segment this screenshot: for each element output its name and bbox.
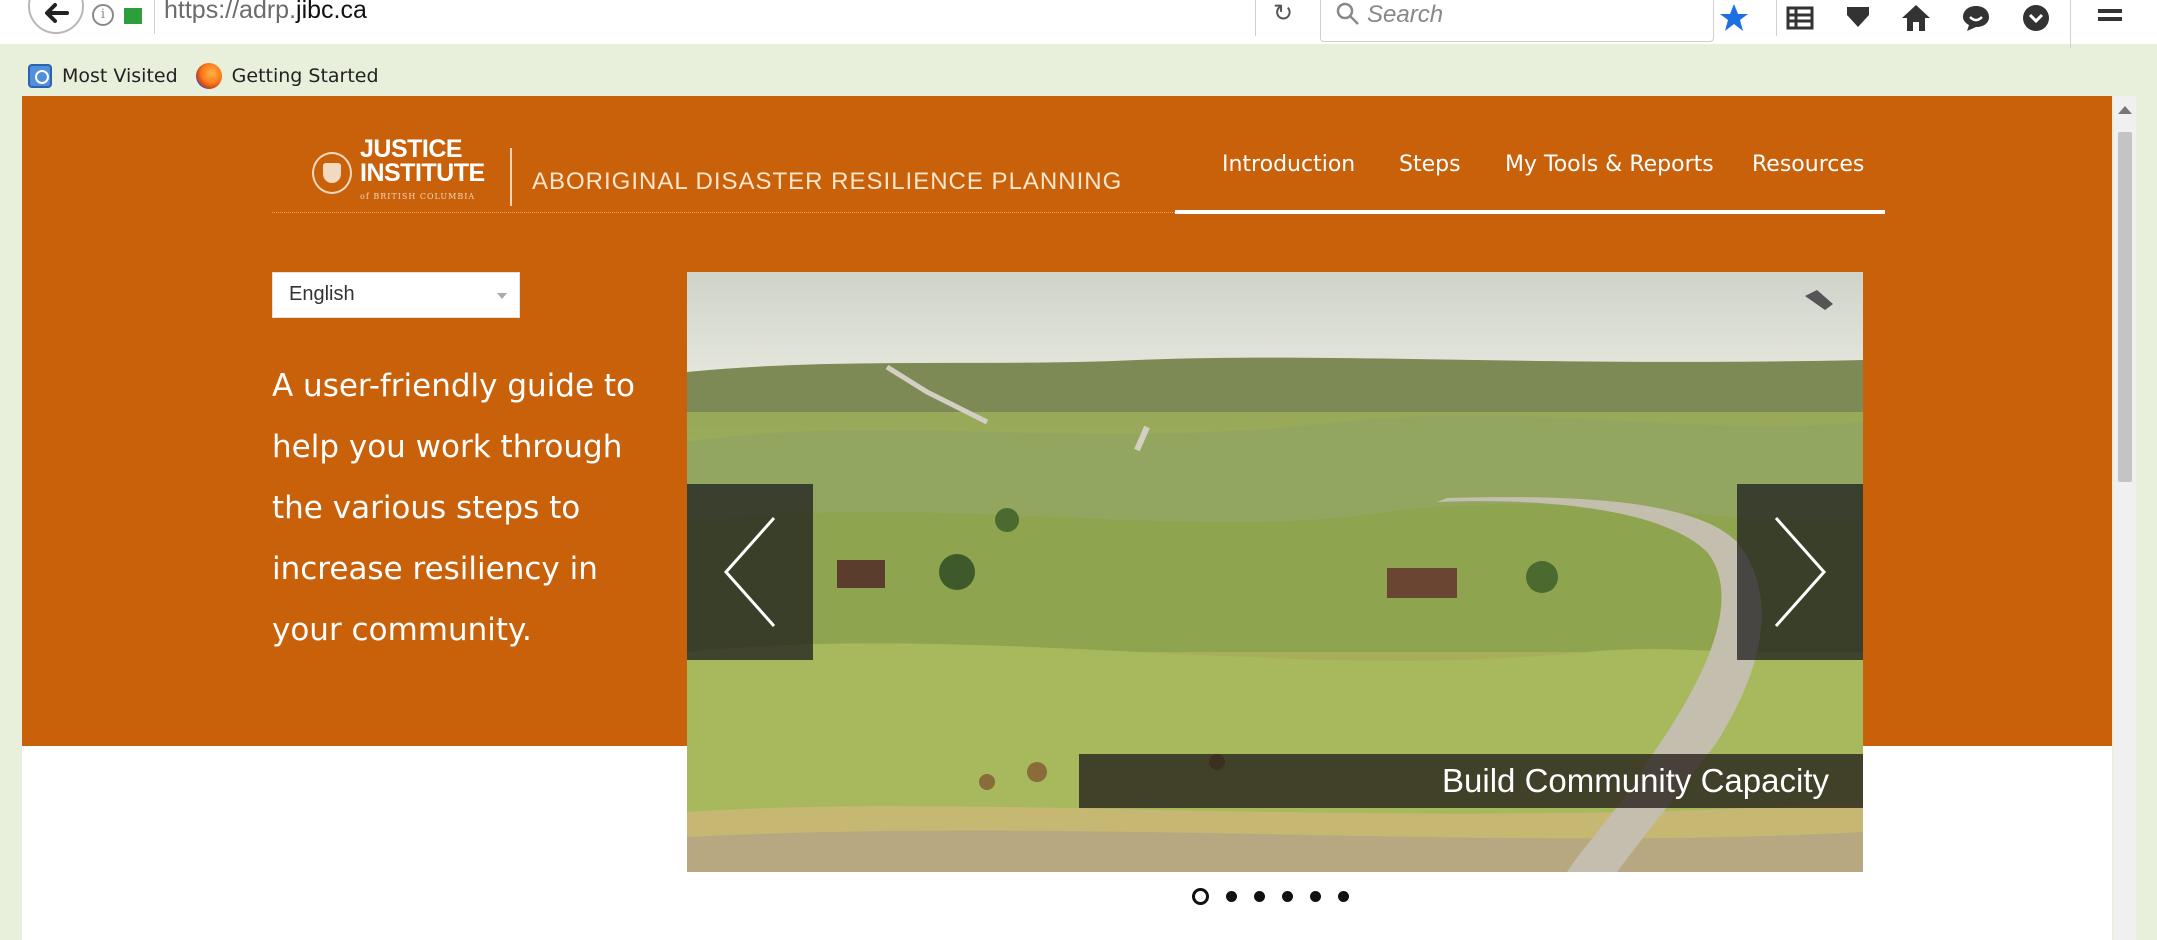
- scroll-thumb[interactable]: [2118, 132, 2132, 482]
- nav-resources[interactable]: Resources: [1752, 152, 1864, 177]
- logo-line-3: of BRITISH COLUMBIA: [360, 192, 476, 201]
- browser-toolbar: i https://adrp.jibc.ca ↻ Search: [0, 0, 2157, 48]
- nav-steps[interactable]: Steps: [1399, 152, 1461, 177]
- slider-dot[interactable]: [1282, 891, 1293, 902]
- reload-icon: ↻: [1272, 0, 1294, 27]
- star-icon: [1720, 4, 1748, 31]
- slider-dot[interactable]: [1192, 888, 1209, 905]
- nav-introduction[interactable]: Introduction: [1222, 152, 1355, 177]
- reading-list-button[interactable]: [1780, 0, 1820, 36]
- site-tagline: ABORIGINAL DISASTER RESILIENCE PLANNING: [532, 168, 1123, 195]
- logo-divider: [510, 148, 512, 206]
- url-bar[interactable]: https://adrp.jibc.ca: [164, 0, 367, 30]
- page-content: JUSTICE INSTITUTE of BRITISH COLUMBIA AB…: [22, 96, 2112, 940]
- slider-dot[interactable]: [1254, 891, 1265, 902]
- bookmark-most-visited[interactable]: Most Visited: [28, 64, 178, 88]
- nav-my-tools-reports[interactable]: My Tools & Reports: [1505, 152, 1714, 177]
- back-button[interactable]: [28, 0, 84, 34]
- secure-connection-icon[interactable]: [124, 8, 142, 24]
- back-arrow-icon: [45, 3, 69, 23]
- most-visited-icon: [28, 64, 52, 88]
- hamburger-menu-icon: [2098, 9, 2122, 21]
- hero-intro-text: A user-friendly guide to help you work t…: [272, 368, 636, 648]
- pocket-icon: [1847, 7, 1869, 27]
- site-logo[interactable]: JUSTICE INSTITUTE of BRITISH COLUMBIA: [312, 137, 512, 209]
- slider-dot[interactable]: [1226, 891, 1237, 902]
- menu-button[interactable]: [2090, 0, 2130, 36]
- logo-text: JUSTICE INSTITUTE of BRITISH COLUMBIA: [360, 137, 485, 209]
- list-icon: [1786, 6, 1814, 30]
- scroll-up-icon[interactable]: [2118, 106, 2132, 114]
- share-icon[interactable]: [1803, 286, 1835, 316]
- logo-line-1: JUSTICE: [360, 135, 463, 163]
- image-slider: Build Community Capacity: [687, 272, 1863, 872]
- reload-button[interactable]: ↻: [1268, 0, 1298, 28]
- home-icon: [1902, 5, 1930, 31]
- chat-button[interactable]: [1956, 0, 1996, 36]
- slider-pagination: [1192, 888, 1349, 905]
- logo-line-2: INSTITUTE: [360, 159, 485, 187]
- slider-next-button[interactable]: [1737, 484, 1863, 660]
- bookmark-label: Getting Started: [231, 65, 379, 87]
- chat-bubble-icon: [1963, 6, 1989, 31]
- slider-dot[interactable]: [1338, 891, 1349, 902]
- bookmark-star-button[interactable]: [1714, 0, 1754, 36]
- url-domain: jibc.ca: [296, 0, 367, 24]
- url-bar-divider: [1255, 0, 1256, 36]
- chevron-down-icon: [497, 293, 507, 299]
- slider-prev-button[interactable]: [687, 484, 813, 660]
- home-button[interactable]: [1896, 0, 1936, 36]
- url-separator: [154, 0, 155, 34]
- bookmark-label: Most Visited: [62, 65, 178, 87]
- language-select[interactable]: English: [272, 272, 520, 318]
- bookmark-getting-started[interactable]: Getting Started: [195, 63, 379, 89]
- main-nav: Introduction Steps My Tools & Reports Re…: [1175, 152, 1885, 214]
- pocket-button[interactable]: [1838, 0, 1878, 36]
- search-icon: [1336, 2, 1359, 25]
- url-prefix: https://adrp.: [164, 0, 297, 24]
- toolbar-separator: [2070, 0, 2071, 48]
- download-button[interactable]: [2016, 0, 2056, 36]
- language-value: English: [289, 283, 355, 305]
- slide-caption: Build Community Capacity: [1079, 754, 1863, 808]
- download-icon: [2023, 5, 2049, 31]
- info-icon[interactable]: i: [92, 4, 114, 26]
- search-placeholder: Search: [1367, 1, 1444, 28]
- toolbar-separator: [1776, 0, 1777, 36]
- page-scrollbar[interactable]: [2114, 96, 2136, 940]
- search-input[interactable]: Search: [1320, 0, 1714, 42]
- bookmarks-bar: Most Visited Getting Started: [0, 56, 2157, 96]
- slider-dot[interactable]: [1310, 891, 1321, 902]
- chevron-left-icon: [723, 517, 776, 627]
- chevron-right-icon: [1774, 517, 1827, 627]
- firefox-icon: [195, 63, 222, 89]
- shield-icon: [312, 152, 352, 194]
- header-rule: [272, 212, 1197, 213]
